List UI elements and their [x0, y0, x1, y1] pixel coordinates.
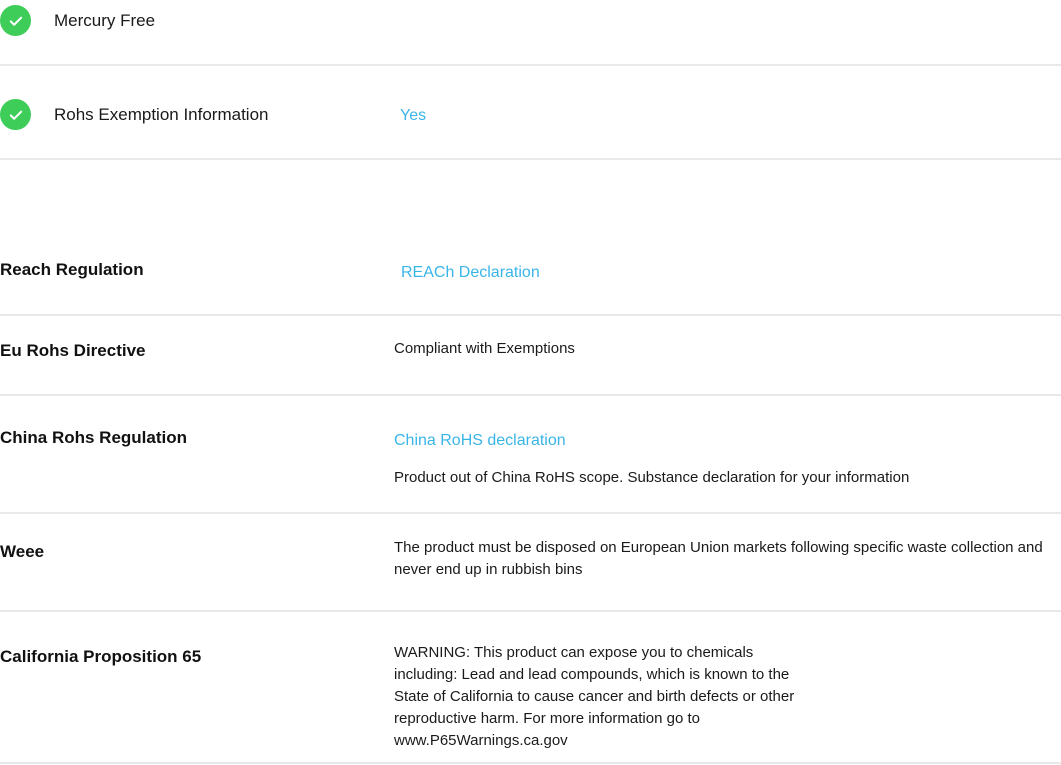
california-prop65-label: California Proposition 65: [0, 647, 202, 666]
divider: [0, 762, 1061, 764]
china-rohs-regulation-label: China Rohs Regulation: [0, 428, 187, 447]
divider: [0, 158, 1061, 160]
eu-rohs-directive-label: Eu Rohs Directive: [0, 341, 146, 360]
feature-label-mercury-free: Mercury Free: [54, 11, 156, 30]
divider: [0, 610, 1061, 612]
divider: [0, 314, 1061, 316]
china-rohs-declaration-link[interactable]: China RoHS declaration: [394, 432, 566, 450]
reach-declaration-link[interactable]: REACh Declaration: [401, 264, 540, 282]
checkmark-icon: [0, 5, 31, 36]
checkmark-icon: [0, 99, 31, 130]
california-prop65-value: WARNING: This product can expose you to …: [394, 644, 795, 749]
rohs-exemption-value: Yes: [400, 107, 427, 124]
feature-label-rohs-exemption: Rohs Exemption Information: [54, 105, 269, 124]
divider: [0, 64, 1061, 66]
divider: [0, 394, 1061, 396]
reach-regulation-label: Reach Regulation: [0, 260, 144, 279]
divider: [0, 512, 1061, 514]
eu-rohs-directive-value: Compliant with Exemptions: [394, 340, 575, 357]
weee-label: Weee: [0, 542, 45, 561]
china-rohs-regulation-value: Product out of China RoHS scope. Substan…: [394, 469, 910, 486]
weee-value: The product must be disposed on European…: [394, 539, 1043, 578]
